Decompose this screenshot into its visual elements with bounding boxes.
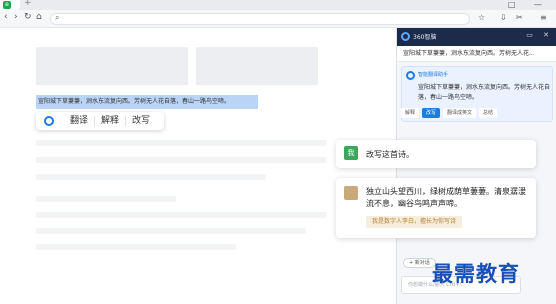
text-line xyxy=(36,244,236,250)
summarize-action[interactable]: 总结 xyxy=(479,108,498,118)
forward-icon[interactable]: › xyxy=(14,12,18,22)
panel-actions: 解释 改写 翻译成英文 总结 xyxy=(401,108,553,120)
reply-message-bubble: 独立山头望西川，绿树成荫草萋萋。清泉潺湲流不息，幽谷鸟鸣声声啼。 我是数字人李白… xyxy=(336,178,536,238)
scissors-icon[interactable]: ✂ xyxy=(516,13,523,22)
persona-chip: 我是数字人李白，擅长为你写诗 xyxy=(366,216,463,228)
panel-header: 360智脑 ▭ ✕ xyxy=(397,28,556,46)
rewrite-button[interactable]: 改写 xyxy=(125,116,156,126)
browser-tab[interactable]: e xyxy=(0,0,20,10)
window-controls[interactable]: □ — xyxy=(508,0,550,9)
explain-button[interactable]: 解释 xyxy=(94,116,125,126)
star-icon[interactable]: ☆ xyxy=(478,13,485,22)
panel-title: 360智脑 xyxy=(413,34,437,41)
reply-text: 独立山头望西川，绿树成荫草萋萋。清泉潺湲流不息，幽谷鸟鸣声声啼。 xyxy=(366,187,526,208)
browser-logo-icon: e xyxy=(3,1,11,9)
user-avatar: 我 xyxy=(344,146,358,160)
download-icon[interactable]: ⇩ xyxy=(500,13,507,22)
ai-logo-icon xyxy=(401,32,410,41)
user-message-text: 改写这首诗。 xyxy=(366,150,414,159)
user-message-bubble: 我 改写这首诗。 xyxy=(336,140,536,168)
explain-action[interactable]: 解释 xyxy=(401,108,420,118)
back-icon[interactable]: ‹ xyxy=(4,12,8,22)
watermark-logo: 最需教育 xyxy=(432,261,520,286)
text-line xyxy=(36,196,176,202)
refresh-icon[interactable]: ↻ xyxy=(24,12,32,22)
text-line xyxy=(36,140,326,146)
tab-bar: e + □ — xyxy=(0,0,556,10)
content-block xyxy=(196,47,318,85)
selection-popup: 翻译 解释 改写 xyxy=(36,112,164,130)
panel-close-icon[interactable]: ▭ ✕ xyxy=(526,31,553,39)
card-text: 宣阳城下草萋萋，涧水东流复向西。芳树无人花自落，春山一路鸟空啼。 xyxy=(418,84,551,101)
translate-english-action[interactable]: 翻译成英文 xyxy=(443,108,477,118)
ai-logo-icon xyxy=(44,116,54,126)
rewrite-action[interactable]: 改写 xyxy=(422,108,441,118)
text-line xyxy=(36,157,326,163)
assistant-name: 智能翻译助手 xyxy=(418,72,449,78)
text-line xyxy=(36,228,306,234)
content-block xyxy=(36,47,188,85)
address-bar[interactable]: ⌕ xyxy=(50,13,470,25)
text-line xyxy=(36,174,266,180)
new-tab-button[interactable]: + xyxy=(24,0,32,8)
new-chat-button[interactable]: + 新对话 xyxy=(403,258,436,268)
menu-icon[interactable]: ≡ xyxy=(540,13,547,22)
panel-subtitle: 宣阳城下草萋萋，涧水东流复向西。芳树无人花... xyxy=(397,46,556,62)
assistant-avatar-icon xyxy=(406,71,415,80)
home-icon[interactable]: ⌂ xyxy=(36,12,42,22)
text-line xyxy=(36,212,326,218)
browser-toolbar: ‹ › ↻ ⌂ ⌕ ☆ ⇩ ✂ ≡ xyxy=(0,10,556,28)
translate-button[interactable]: 翻译 xyxy=(64,116,94,126)
screen: e + □ — ‹ › ↻ ⌂ ⌕ ☆ ⇩ ✂ ≡ 宣阳城下草萋萋，涧水东流复向… xyxy=(0,0,556,304)
selected-poem-text[interactable]: 宣阳城下草萋萋，涧水东流复向西。芳树无人花自落，春山一路鸟空啼。 xyxy=(36,95,258,109)
poet-avatar xyxy=(344,186,358,200)
search-icon: ⌕ xyxy=(55,13,60,22)
